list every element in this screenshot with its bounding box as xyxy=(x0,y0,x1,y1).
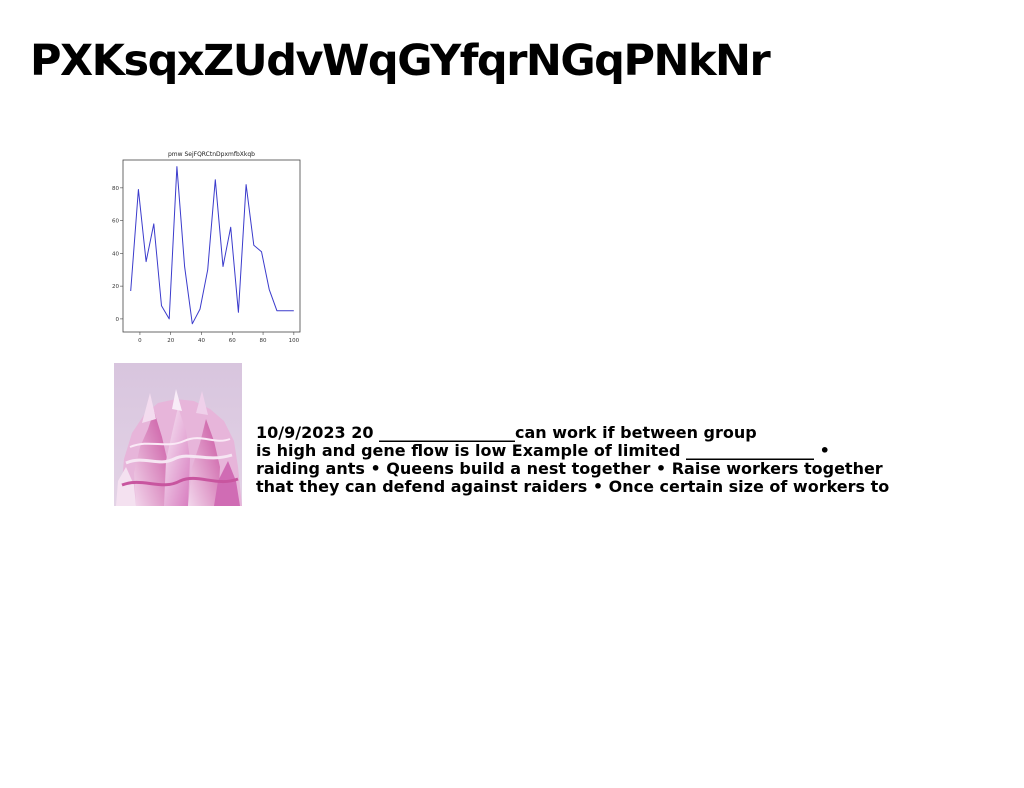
document-page: PXKsqxZUdvWqGYfqrNGqPNkNr pmw SejFQRCtnD… xyxy=(0,0,1024,788)
sculpture-image xyxy=(114,363,242,506)
page-title: PXKsqxZUdvWqGYfqrNGqPNkNr xyxy=(30,36,771,86)
text-line: is high and gene flow is low Example of … xyxy=(256,441,830,460)
y-tick-label: 40 xyxy=(112,251,119,257)
x-tick-label: 100 xyxy=(289,338,300,344)
text-line: that they can defend against raiders • O… xyxy=(256,477,890,496)
y-tick-label: 0 xyxy=(116,317,120,323)
line-chart: pmw SejFQRCtnDpxmfbXkqb 0 20 40 60 80 100 0 20 40… xyxy=(110,146,310,352)
body-paragraph: 10/9/2023 20 _________________can work i… xyxy=(256,424,896,496)
x-tick-label: 20 xyxy=(167,338,174,344)
sculpture-photo xyxy=(114,363,242,506)
x-tick-label: 0 xyxy=(138,338,142,344)
chart-title: pmw SejFQRCtnDpxmfbXkqb xyxy=(168,151,255,158)
text-line: 10/9/2023 20 _________________can work i… xyxy=(256,423,757,442)
y-tick-label: 60 xyxy=(112,219,119,225)
y-tick-label: 20 xyxy=(112,284,119,290)
line-chart-svg: pmw SejFQRCtnDpxmfbXkqb 0 20 40 60 80 100 0 20 40… xyxy=(112,151,301,344)
y-tick-label: 80 xyxy=(112,186,119,192)
text-line: raiding ants • Queens build a nest toget… xyxy=(256,459,883,478)
x-tick-label: 60 xyxy=(229,338,236,344)
series-line xyxy=(130,166,294,325)
x-tick-label: 40 xyxy=(198,338,205,344)
x-tick-label: 80 xyxy=(260,338,267,344)
